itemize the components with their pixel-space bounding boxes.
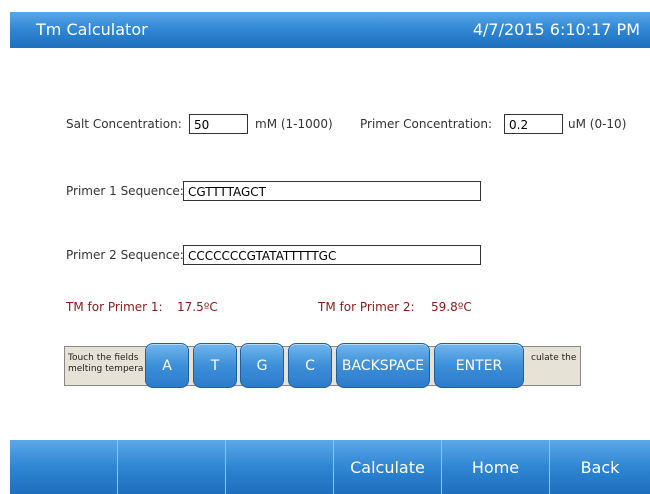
- help-text-right-1: culate the: [531, 353, 577, 363]
- primer1-sequence-label: Primer 1 Sequence:: [66, 184, 184, 198]
- primer-concentration-label: Primer Concentration:: [360, 117, 493, 131]
- home-button[interactable]: Home: [442, 440, 550, 494]
- tm2-value: 59.8ºC: [431, 300, 472, 314]
- tm1-value: 17.5ºC: [177, 300, 218, 314]
- key-t-button[interactable]: T: [193, 343, 237, 388]
- nav-button-1[interactable]: [10, 440, 118, 494]
- help-text-left-1: Touch the fields: [68, 353, 139, 363]
- back-button[interactable]: Back: [550, 440, 650, 494]
- datetime: 4/7/2015 6:10:17 PM: [472, 20, 640, 39]
- primer1-sequence-input[interactable]: CGTTTTAGCT: [183, 181, 481, 201]
- help-text-left-2: melting tempera: [68, 364, 144, 374]
- primer-concentration-unit-label: uM (0-10): [568, 117, 627, 131]
- enter-button[interactable]: ENTER: [434, 343, 524, 388]
- title-bar: Tm Calculator 4/7/2015 6:10:17 PM: [10, 12, 650, 48]
- calculate-button[interactable]: Calculate: [334, 440, 442, 494]
- key-g-button[interactable]: G: [240, 343, 284, 388]
- key-c-button[interactable]: C: [288, 343, 332, 388]
- primer2-sequence-label: Primer 2 Sequence:: [66, 248, 184, 262]
- nav-button-2[interactable]: [118, 440, 226, 494]
- nav-button-3[interactable]: [226, 440, 334, 494]
- app-title: Tm Calculator: [36, 20, 148, 39]
- key-a-button[interactable]: A: [145, 343, 189, 388]
- salt-unit-label: mM (1-1000): [255, 117, 333, 131]
- primer2-sequence-input[interactable]: CCCCCCCGTATATTTTTGC: [183, 245, 481, 265]
- tm2-label: TM for Primer 2:: [318, 300, 415, 314]
- primer-concentration-input[interactable]: 0.2: [504, 114, 563, 134]
- salt-concentration-label: Salt Concentration:: [66, 117, 182, 131]
- backspace-button[interactable]: BACKSPACE: [336, 343, 430, 388]
- salt-concentration-input[interactable]: 50: [189, 114, 248, 134]
- tm1-label: TM for Primer 1:: [66, 300, 163, 314]
